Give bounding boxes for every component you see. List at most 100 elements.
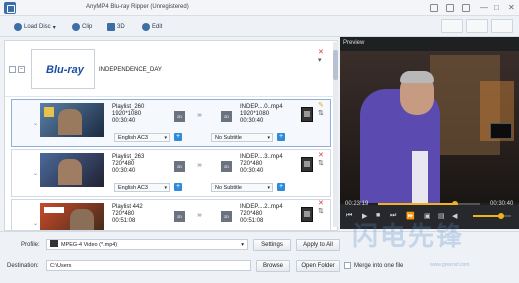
- output-name[interactable]: INDEP....0..mp4: [240, 104, 283, 111]
- 3d-icon: [107, 23, 115, 31]
- window-title: AnyMP4 Blu-ray Ripper (Unregistered): [86, 4, 189, 10]
- edit-pen-icon[interactable]: ✎: [318, 102, 324, 110]
- source-resolution: 720*480: [112, 211, 135, 217]
- list-item[interactable]: ⌄ Playlist_263 720*480 00:30:40 2D ››› 2…: [11, 149, 331, 197]
- clip-button[interactable]: Clip: [72, 22, 92, 32]
- format-icon[interactable]: [301, 107, 313, 122]
- output-resolution: 720*480: [240, 161, 263, 167]
- audio-track-value: English AC3: [118, 135, 148, 141]
- video-thumbnail: [40, 203, 104, 230]
- subtitle-select[interactable]: No Subtitle ▾: [211, 183, 273, 192]
- volume-knob[interactable]: [498, 213, 505, 219]
- chevron-down-icon: ▾: [52, 24, 56, 31]
- convert-arrow-icon: ›››: [197, 162, 202, 169]
- settings-button[interactable]: Settings: [253, 239, 291, 251]
- move-down-icon[interactable]: ▾: [318, 57, 322, 65]
- subtitle-value: No Subtitle: [215, 185, 242, 191]
- audio-track-select[interactable]: English AC3 ▾: [114, 183, 170, 192]
- profile-select[interactable]: MPEG-4 Video (*.mp4) ▾: [46, 239, 248, 250]
- load-disc-label: Load Disc: [24, 24, 51, 30]
- cart-icon[interactable]: [430, 4, 438, 12]
- app-window: AnyMP4 Blu-ray Ripper (Unregistered) — □…: [0, 0, 519, 283]
- subtitle-value: No Subtitle: [215, 135, 242, 141]
- move-icon[interactable]: ⇅: [318, 160, 324, 168]
- 2d-badge-output: 2D: [221, 161, 232, 172]
- preview-label: Preview: [343, 40, 365, 46]
- expand-icon[interactable]: ⌄: [33, 170, 38, 177]
- disc-title: INDEPENDENCE_DAY: [99, 67, 162, 73]
- list-scrollbar[interactable]: [333, 42, 338, 227]
- source-resolution: 720*480: [112, 161, 135, 167]
- subtitle-select[interactable]: No Subtitle ▾: [211, 133, 273, 142]
- open-folder-button[interactable]: Open Folder: [296, 260, 340, 272]
- list-item[interactable]: ⌄ Playlist_260 1920*1080 00:30:40 2D ›››…: [11, 99, 331, 147]
- preview-video[interactable]: 00:23:19 00:30:40: [340, 51, 519, 211]
- 2d-badge: 2D: [174, 111, 185, 122]
- edit-icon: [142, 23, 150, 31]
- output-info: INDEP....2..mp4 720*480 00:51:08: [240, 204, 283, 225]
- source-info: Playlist_260 1920*1080 00:30:40: [112, 104, 144, 125]
- remove-icon[interactable]: ✕: [318, 200, 324, 208]
- toolbar: Load Disc ▾ Clip 3D Edit: [0, 16, 519, 37]
- source-duration: 00:30:40: [112, 118, 136, 124]
- folder-button[interactable]: [466, 19, 488, 33]
- add-subtitle-button[interactable]: +: [277, 183, 285, 191]
- 3d-button[interactable]: 3D: [107, 22, 125, 32]
- destination-input[interactable]: C:\Users: [46, 260, 251, 271]
- snapshot-button[interactable]: [441, 19, 463, 33]
- collapse-toggle[interactable]: −: [18, 66, 25, 73]
- source-name: Playlist_260: [112, 104, 145, 110]
- 3d-label: 3D: [117, 24, 125, 30]
- format-icon[interactable]: [301, 157, 313, 172]
- 2d-badge: 2D: [174, 161, 185, 172]
- expand-icon[interactable]: ⌄: [33, 120, 38, 127]
- chevron-down-icon: ▾: [164, 135, 167, 141]
- disc-checkbox[interactable]: [9, 66, 16, 73]
- scissors-icon: [72, 23, 80, 31]
- audio-track-value: English AC3: [118, 185, 148, 191]
- list-item[interactable]: ⌄ Playlist 442 720*480 00:51:08 2D ››› 2…: [11, 199, 331, 230]
- remove-icon[interactable]: ✕: [318, 152, 324, 160]
- source-info: Playlist_263 720*480 00:30:40: [112, 154, 144, 175]
- load-disc-button[interactable]: Load Disc ▾: [14, 22, 56, 32]
- minimize-button[interactable]: —: [480, 3, 488, 12]
- source-duration: 00:30:40: [112, 168, 136, 174]
- convert-arrow-icon: ›››: [197, 212, 202, 219]
- move-icon[interactable]: ⇅: [318, 208, 324, 216]
- menu-icon[interactable]: [462, 4, 470, 12]
- add-audio-button[interactable]: +: [174, 183, 182, 191]
- key-icon[interactable]: [446, 4, 454, 12]
- format-icon[interactable]: [301, 207, 313, 222]
- expand-icon[interactable]: ⌄: [33, 220, 38, 227]
- output-name[interactable]: INDEP....3..mp4: [240, 154, 283, 161]
- move-icon[interactable]: ⇅: [318, 110, 324, 118]
- edit-label: Edit: [152, 24, 163, 30]
- browse-button[interactable]: Browse: [256, 260, 290, 272]
- remove-icon[interactable]: ✕: [318, 49, 324, 57]
- maximize-button[interactable]: □: [494, 3, 499, 12]
- output-info: INDEP....0..mp4 1920*1080 00:30:40: [240, 104, 283, 125]
- edit-button[interactable]: Edit: [142, 22, 162, 32]
- scrollbar-thumb[interactable]: [333, 50, 338, 80]
- disc-row[interactable]: − Blu-ray INDEPENDENCE_DAY: [5, 41, 335, 97]
- close-button[interactable]: ✕: [508, 3, 515, 12]
- volume-fill: [473, 215, 502, 217]
- volume-slider[interactable]: [473, 213, 511, 219]
- background-screen: [490, 123, 512, 139]
- presenter-hair: [400, 71, 434, 83]
- audio-track-select[interactable]: English AC3 ▾: [114, 133, 170, 142]
- output-name[interactable]: INDEP....2..mp4: [240, 204, 283, 211]
- add-subtitle-button[interactable]: +: [277, 133, 285, 141]
- source-info: Playlist 442 720*480 00:51:08: [112, 204, 143, 225]
- settings-button[interactable]: [491, 19, 513, 33]
- output-duration: 00:30:40: [240, 118, 264, 124]
- chevron-down-icon: ▾: [267, 185, 270, 191]
- preview-panel: Preview 00:23:19 00:30:40 ⏮ ▶ ■ ⏭ ⏩ ▣ ▤ …: [340, 37, 519, 229]
- merge-checkbox[interactable]: [344, 262, 351, 269]
- film-icon: [50, 240, 58, 247]
- file-list: − Blu-ray INDEPENDENCE_DAY ⌄ Playlist_26…: [4, 40, 338, 231]
- apply-to-all-button[interactable]: Apply to All: [296, 239, 340, 251]
- bluray-logo: Blu-ray: [46, 64, 84, 76]
- add-audio-button[interactable]: +: [174, 133, 182, 141]
- source-duration: 00:51:08: [112, 218, 136, 224]
